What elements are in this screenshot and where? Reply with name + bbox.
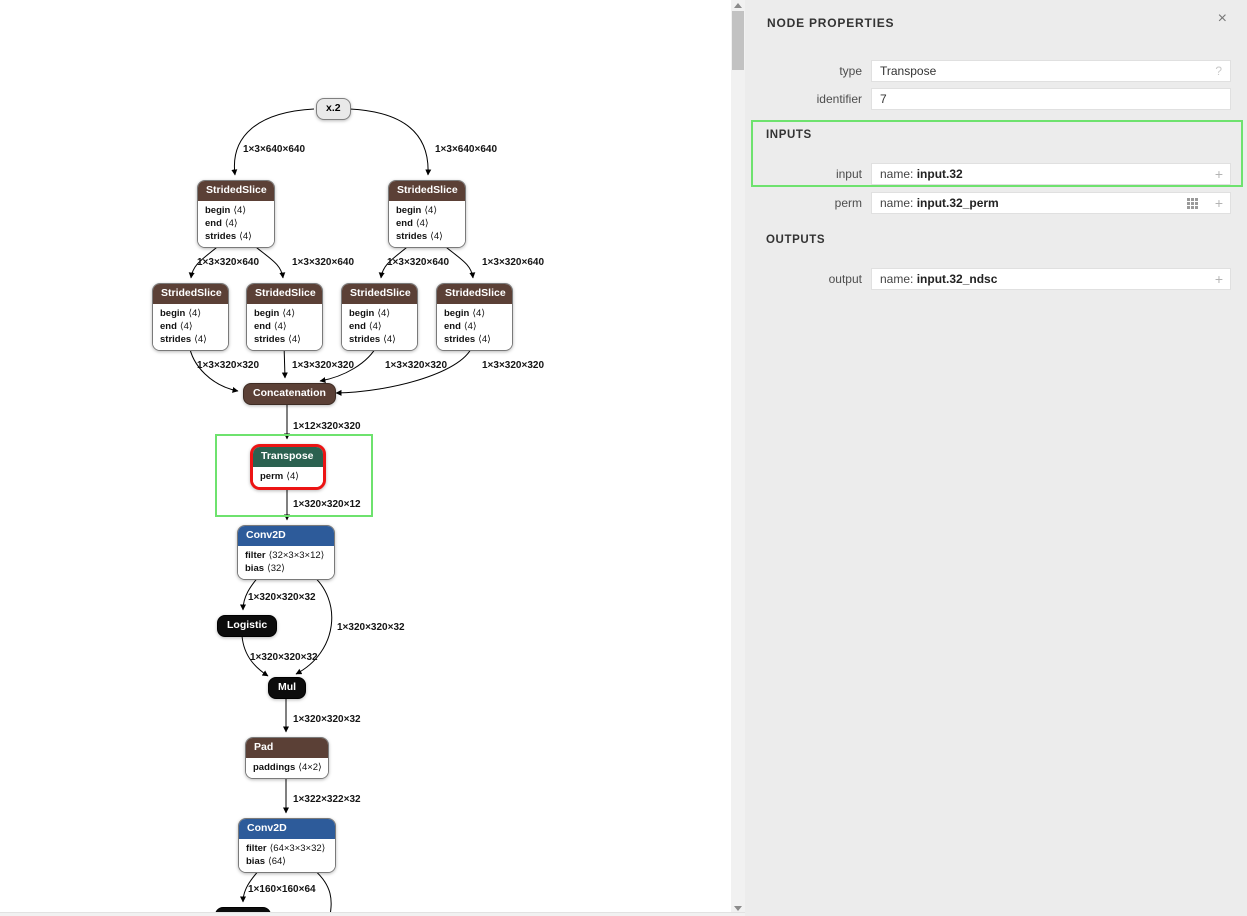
outputs-header: OUTPUTS xyxy=(766,234,825,246)
close-icon[interactable]: × xyxy=(1218,11,1227,27)
node-stridedslice-4[interactable]: StridedSlice begin⟨4⟩ end⟨4⟩ strides⟨4⟩ xyxy=(246,283,323,351)
input-label: input xyxy=(745,167,862,181)
identifier-field[interactable]: 7 xyxy=(871,88,1231,110)
node-mul[interactable]: Mul xyxy=(268,677,306,699)
node-concatenation[interactable]: Concatenation xyxy=(243,383,336,405)
perm-value: input.32_perm xyxy=(917,196,999,210)
scroll-up-icon[interactable] xyxy=(734,3,742,8)
node-stridedslice-3[interactable]: StridedSlice begin⟨4⟩ end⟨4⟩ strides⟨4⟩ xyxy=(152,283,229,351)
edge-label: 1×320×320×32 xyxy=(293,714,361,725)
output-value: input.32_ndsc xyxy=(917,272,998,286)
perm-label: perm xyxy=(745,196,862,210)
horizontal-scrollbar[interactable] xyxy=(0,912,745,916)
tensor-grid-icon[interactable] xyxy=(1187,198,1200,211)
identifier-label: identifier xyxy=(745,92,862,106)
type-label: type xyxy=(745,64,862,78)
inputs-header: INPUTS xyxy=(766,129,812,141)
node-header: StridedSlice xyxy=(153,284,228,304)
node-header: StridedSlice xyxy=(198,181,274,201)
node-stridedslice-5[interactable]: StridedSlice begin⟨4⟩ end⟨4⟩ strides⟨4⟩ xyxy=(341,283,418,351)
output-field[interactable]: name: input.32_ndsc + xyxy=(871,268,1231,290)
edge-label: 1×320×320×32 xyxy=(248,592,316,603)
edge-label: 1×320×320×32 xyxy=(250,652,318,663)
node-header: StridedSlice xyxy=(389,181,465,201)
node-header: Conv2D xyxy=(238,526,334,546)
edge-label: 1×3×320×640 xyxy=(197,257,259,268)
edge-label: 1×322×322×32 xyxy=(293,794,361,805)
node-title: Mul xyxy=(278,681,296,693)
node-header: Transpose xyxy=(253,447,323,467)
node-stridedslice-1[interactable]: StridedSlice begin⟨4⟩ end⟨4⟩ strides⟨4⟩ xyxy=(197,180,275,248)
edge-label: 1×3×320×320 xyxy=(482,360,544,371)
node-attrs: begin⟨4⟩ end⟨4⟩ strides⟨4⟩ xyxy=(153,304,228,350)
type-field[interactable]: Transpose ? xyxy=(871,60,1231,82)
edge-label: 1×12×320×320 xyxy=(293,421,361,432)
node-stridedslice-6[interactable]: StridedSlice begin⟨4⟩ end⟨4⟩ strides⟨4⟩ xyxy=(436,283,513,351)
scrollbar-thumb[interactable] xyxy=(732,11,744,70)
edge-label: 1×3×320×320 xyxy=(385,360,447,371)
edge-label: 1×3×640×640 xyxy=(435,144,497,155)
edge-label: 1×3×320×320 xyxy=(197,360,259,371)
panel-scrollbar[interactable] xyxy=(731,0,745,916)
identifier-value: 7 xyxy=(880,92,887,106)
node-attrs: filter⟨64×3×3×32⟩ bias⟨64⟩ xyxy=(239,839,335,872)
type-value: Transpose xyxy=(880,64,936,78)
node-title: x.2 xyxy=(326,102,341,114)
scroll-down-icon[interactable] xyxy=(734,906,742,911)
name-prefix: name: xyxy=(880,167,913,181)
name-prefix: name: xyxy=(880,272,913,286)
node-header: StridedSlice xyxy=(342,284,417,304)
output-label: output xyxy=(745,272,862,286)
node-attrs: begin⟨4⟩ end⟨4⟩ strides⟨4⟩ xyxy=(342,304,417,350)
node-attrs: perm⟨4⟩ xyxy=(253,467,323,487)
plus-icon[interactable]: + xyxy=(1215,271,1223,287)
node-attrs: begin⟨4⟩ end⟨4⟩ strides⟨4⟩ xyxy=(389,201,465,247)
edge-label: 1×3×320×640 xyxy=(482,257,544,268)
node-attrs: paddings⟨4×2⟩ xyxy=(246,758,328,778)
node-logistic[interactable]: Logistic xyxy=(217,615,277,637)
node-attrs: begin⟨4⟩ end⟨4⟩ strides⟨4⟩ xyxy=(198,201,274,247)
node-attrs: begin⟨4⟩ end⟨4⟩ strides⟨4⟩ xyxy=(437,304,512,350)
edge-label: 1×320×320×32 xyxy=(337,622,405,633)
node-attrs: filter⟨32×3×3×12⟩ bias⟨32⟩ xyxy=(238,546,334,579)
node-header: Pad xyxy=(246,738,328,758)
panel-title: NODE PROPERTIES xyxy=(767,16,894,30)
node-header: Conv2D xyxy=(239,819,335,839)
node-title: Logistic xyxy=(227,619,267,631)
node-properties-panel: NODE PROPERTIES × type Transpose ? ident… xyxy=(745,0,1247,916)
edge-label: 1×3×640×640 xyxy=(243,144,305,155)
edge-label: 1×3×320×320 xyxy=(292,360,354,371)
input-field[interactable]: name: input.32 + xyxy=(871,163,1231,185)
name-prefix: name: xyxy=(880,196,913,210)
node-stridedslice-2[interactable]: StridedSlice begin⟨4⟩ end⟨4⟩ strides⟨4⟩ xyxy=(388,180,466,248)
perm-field[interactable]: name: input.32_perm + xyxy=(871,192,1231,214)
edge-label: 1×320×320×12 xyxy=(293,499,361,510)
node-pad[interactable]: Pad paddings⟨4×2⟩ xyxy=(245,737,329,779)
node-transpose-selected[interactable]: Transpose perm⟨4⟩ xyxy=(250,444,326,490)
help-icon[interactable]: ? xyxy=(1215,64,1222,78)
edge-label: 1×160×160×64 xyxy=(248,884,316,895)
node-header: StridedSlice xyxy=(247,284,322,304)
node-title: Concatenation xyxy=(253,387,326,399)
edge-label: 1×3×320×640 xyxy=(292,257,354,268)
node-attrs: begin⟨4⟩ end⟨4⟩ strides⟨4⟩ xyxy=(247,304,322,350)
plus-icon[interactable]: + xyxy=(1215,195,1223,211)
node-conv2d-2[interactable]: Conv2D filter⟨64×3×3×32⟩ bias⟨64⟩ xyxy=(238,818,336,873)
graph-canvas[interactable]: x.2 StridedSlice begin⟨4⟩ end⟨4⟩ strides… xyxy=(0,0,731,916)
plus-icon[interactable]: + xyxy=(1215,166,1223,182)
edge-label: 1×3×320×640 xyxy=(387,257,449,268)
node-conv2d-1[interactable]: Conv2D filter⟨32×3×3×12⟩ bias⟨32⟩ xyxy=(237,525,335,580)
node-input-x2[interactable]: x.2 xyxy=(316,98,351,120)
input-value: input.32 xyxy=(917,167,963,181)
node-header: StridedSlice xyxy=(437,284,512,304)
